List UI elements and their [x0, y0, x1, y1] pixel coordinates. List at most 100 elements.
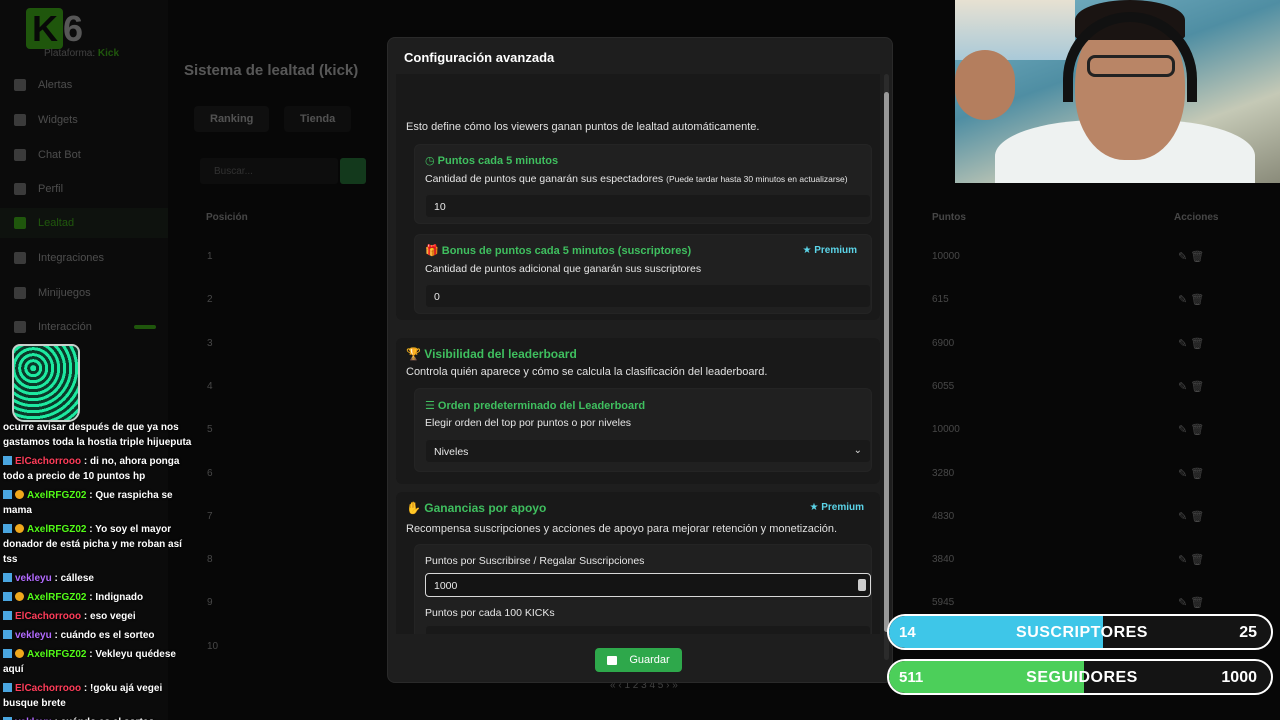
glasses	[1087, 55, 1175, 77]
search-input[interactable]: Buscar...	[200, 158, 338, 184]
save-button[interactable]: Guardar	[595, 648, 682, 672]
floppy-disk-icon	[607, 655, 618, 665]
chat-username: ElCachorrooo	[15, 611, 82, 622]
col-points: Puntos	[932, 212, 966, 223]
chat-message: ocurre avisar después de que ya nos gast…	[0, 418, 196, 452]
chevron-down-icon: ⌄	[853, 445, 862, 456]
subscribers-goal-bar: 14 SUSCRIPTORES 25	[887, 614, 1273, 650]
sidebar-item-perfil[interactable]: Perfil	[0, 174, 168, 204]
bot-icon	[14, 149, 26, 161]
chat-username: AxelRFGZ02	[27, 592, 87, 603]
points-input[interactable]: 10	[425, 194, 871, 218]
row-actions[interactable]: ✎ 🗑	[1178, 293, 1204, 306]
sidebar-item-minijuegos[interactable]: Minijuegos	[0, 278, 168, 308]
platform-label: Plataforma: Kick	[44, 48, 120, 59]
chat-message: AxelRFGZ02 : Indignado	[0, 588, 196, 607]
row-position: 10	[207, 640, 219, 652]
sidebar-item-alertas[interactable]: Alertas	[0, 70, 168, 100]
advanced-config-modal: Configuración avanzada Esto define cómo …	[387, 37, 893, 683]
logo: K6	[26, 8, 83, 50]
hand-coin-icon: ✋	[406, 501, 425, 515]
gift-icon: 🎁	[425, 245, 442, 257]
tab-ranking[interactable]: Ranking	[194, 106, 270, 132]
widgets-icon	[14, 114, 26, 126]
row-points: 4830	[932, 510, 955, 522]
chat-message: ElCachorrooo : eso vegei	[0, 607, 196, 626]
music-icon	[14, 321, 26, 333]
list-icon: ☰	[425, 400, 438, 412]
col-actions: Acciones	[1174, 212, 1219, 223]
chat-message: AxelRFGZ02 : Que raspicha se mama	[0, 486, 196, 520]
chat-message: vekleyu : cuándo es el sorteo	[0, 713, 196, 720]
leaderboard-desc: Controla quién aparece y cómo se calcula…	[406, 366, 768, 378]
chat-overlay: ocurre avisar después de que ya nos gast…	[0, 418, 196, 720]
viewers-section: Esto define cómo los viewers ganan punto…	[396, 74, 880, 320]
kicks-label: Puntos por cada 100 KICKs	[425, 607, 555, 619]
platform-badge-icon	[3, 490, 12, 499]
profile-icon	[14, 183, 26, 195]
gamepad-icon	[14, 287, 26, 299]
chat-message: AxelRFGZ02 : Vekleyu quédese aquí	[0, 645, 196, 679]
row-position: 8	[207, 554, 213, 566]
sidebar-item-integraciones[interactable]: Integraciones	[0, 243, 168, 273]
sub-points-input[interactable]: 1000	[425, 573, 871, 597]
subscribers-goal: 25	[1239, 624, 1257, 641]
chat-username: vekleyu	[15, 573, 52, 584]
chat-username: AxelRFGZ02	[27, 490, 87, 501]
chat-message: ElCachorrooo : di no, ahora ponga todo a…	[0, 452, 196, 486]
gifter-badge-icon	[15, 524, 24, 533]
sidebar-item-lealtad[interactable]: Lealtad	[0, 208, 168, 238]
row-actions[interactable]: ✎ 🗑	[1178, 380, 1204, 393]
row-points: 5945	[932, 597, 955, 609]
bonus-input[interactable]: 0	[425, 284, 871, 308]
points-card: ◷ Puntos cada 5 minutos Cantidad de punt…	[414, 144, 872, 224]
chat-username: vekleyu	[15, 630, 52, 641]
row-actions[interactable]: ✎ 🗑	[1178, 510, 1204, 523]
chat-message: vekleyu : cállese	[0, 569, 196, 588]
sidebar-item-chatbot[interactable]: Chat Bot	[0, 140, 168, 170]
gifter-badge-icon	[15, 649, 24, 658]
points-desc: Cantidad de puntos que ganarán sus espec…	[425, 173, 848, 185]
chat-username: ElCachorrooo	[15, 683, 82, 694]
row-position: 7	[207, 510, 213, 522]
chat-message: AxelRFGZ02 : Yo soy el mayor donador de …	[0, 520, 196, 569]
shelf	[955, 0, 1075, 60]
sidebar-item-interaccion[interactable]: Interacción	[0, 312, 168, 342]
platform-badge-icon	[3, 611, 12, 620]
platform-badge-icon	[3, 524, 12, 533]
row-points: 615	[932, 294, 949, 306]
modal-scrollbar[interactable]	[884, 74, 889, 660]
premium-badge: ★ Premium	[802, 245, 857, 256]
modal-body: Esto define cómo los viewers ganan punto…	[388, 74, 884, 634]
search-button[interactable]	[340, 158, 366, 184]
tab-tienda[interactable]: Tienda	[284, 106, 352, 132]
order-select[interactable]: Niveles ⌄	[425, 439, 871, 463]
gifter-badge-icon	[15, 490, 24, 499]
sidebar-item-widgets[interactable]: Widgets	[0, 105, 168, 135]
new-pill	[134, 325, 156, 329]
row-position: 9	[207, 597, 213, 609]
row-actions[interactable]: ✎ 🗑	[1178, 596, 1204, 609]
row-position: 2	[207, 294, 213, 306]
row-actions[interactable]: ✎ 🗑	[1178, 337, 1204, 350]
platform-badge-icon	[3, 592, 12, 601]
row-actions[interactable]: ✎ 🗑	[1178, 423, 1204, 436]
scrollbar-thumb[interactable]	[884, 92, 889, 632]
platform-badge-icon	[3, 649, 12, 658]
row-actions[interactable]: ✎ 🗑	[1178, 250, 1204, 263]
number-spinner[interactable]	[858, 579, 866, 591]
row-actions[interactable]: ✎ 🗑	[1178, 467, 1204, 480]
leaderboard-section: 🏆 Visibilidad del leaderboard Controla q…	[396, 338, 880, 484]
chat-message: ElCachorrooo : !goku ajá vegei busque br…	[0, 679, 196, 713]
chat-text: : Indignado	[86, 592, 144, 603]
row-points: 10000	[932, 251, 960, 262]
row-points: 10000	[932, 424, 960, 436]
chat-username: AxelRFGZ02	[27, 649, 87, 660]
row-points: 3840	[932, 554, 955, 566]
row-position: 3	[207, 337, 213, 349]
kicks-points-input[interactable]: 0	[425, 625, 871, 634]
support-title: ✋ Ganancias por apoyo	[406, 501, 547, 515]
followers-goal: 1000	[1221, 669, 1257, 686]
bonus-card: 🎁 Bonus de puntos cada 5 minutos (suscri…	[414, 234, 872, 314]
row-actions[interactable]: ✎ 🗑	[1178, 553, 1204, 566]
